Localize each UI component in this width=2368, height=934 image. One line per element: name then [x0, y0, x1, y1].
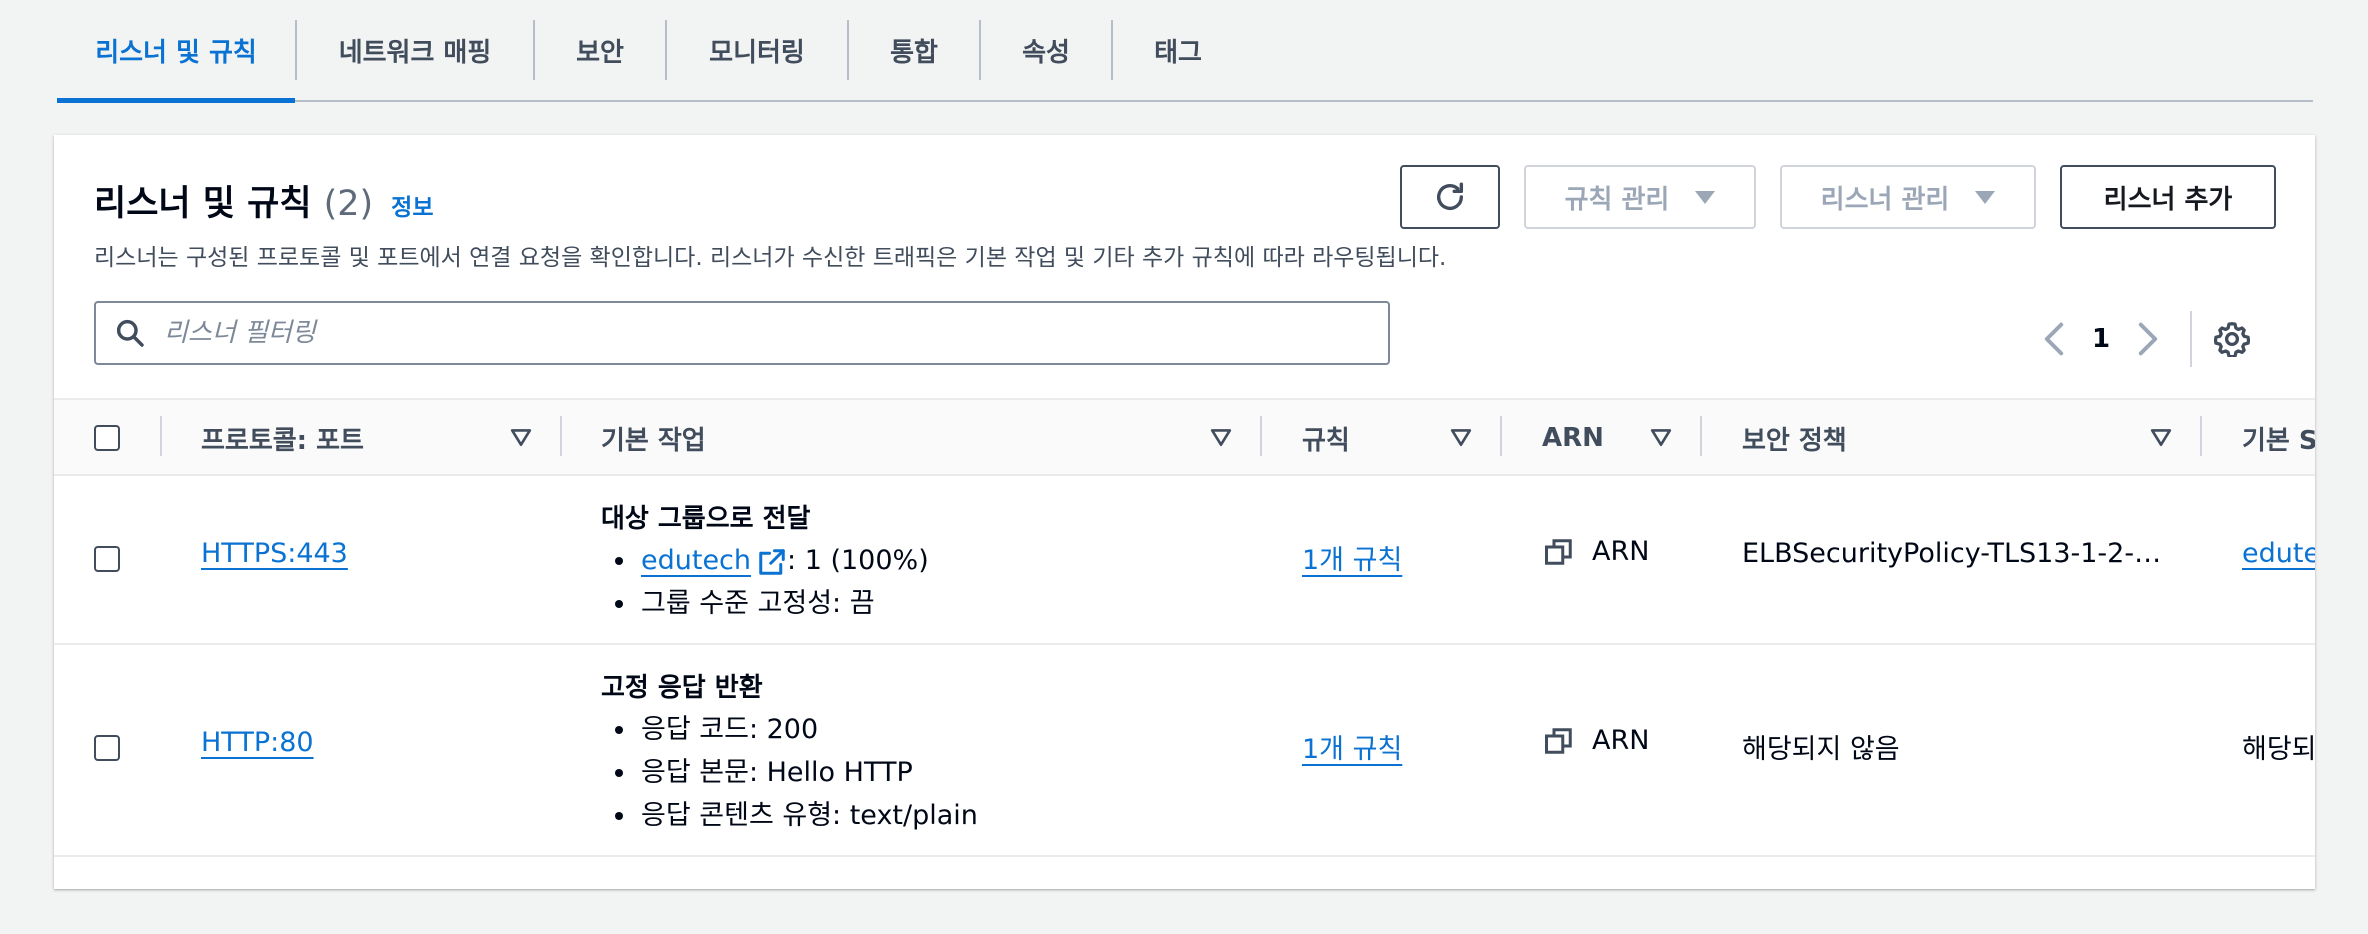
rules-link[interactable]: 1개 규칙: [1302, 727, 1402, 766]
tab-network-mapping[interactable]: 네트워크 매핑: [297, 0, 533, 100]
action-details: edutech : 1 (100%) 그룹 수준 고정성: 끔: [601, 539, 929, 625]
search-input[interactable]: [164, 303, 1364, 363]
certificate-link[interactable]: edute: [2242, 538, 2315, 569]
action-title: 고정 응답 반환: [601, 673, 763, 703]
select-all-checkbox[interactable]: [94, 425, 120, 451]
manage-rules-button[interactable]: 규칙 관리: [1524, 165, 1756, 229]
action-title: 대상 그룹으로 전달: [601, 504, 811, 534]
tab-security[interactable]: 보안: [535, 0, 665, 100]
rules-link[interactable]: 1개 규칙: [1302, 538, 1402, 577]
target-group-link[interactable]: edutech: [641, 545, 751, 576]
row-checkbox[interactable]: [94, 735, 120, 761]
sort-icon[interactable]: [1210, 426, 1232, 448]
previous-page-icon[interactable]: [2034, 317, 2074, 361]
tab-attributes[interactable]: 속성: [981, 0, 1111, 100]
panel-header: 리스너 및 규칙 (2) 정보: [94, 175, 433, 226]
sort-icon[interactable]: [1650, 426, 1672, 448]
panel-description: 리스너는 구성된 프로토콜 및 포트에서 연결 요청을 확인합니다. 리스너가 …: [94, 245, 1447, 271]
tab-tags[interactable]: 태그: [1113, 0, 1243, 100]
refresh-button[interactable]: [1400, 165, 1500, 229]
listener-count: (2): [323, 184, 374, 224]
gear-icon[interactable]: [2210, 317, 2254, 361]
column-divider: [560, 416, 562, 456]
arn-label: ARN: [1592, 725, 1650, 756]
column-header-arn[interactable]: ARN: [1542, 400, 1604, 476]
arn-label: ARN: [1592, 536, 1650, 567]
copy-icon: [1545, 727, 1572, 754]
row-checkbox[interactable]: [94, 546, 120, 572]
column-divider: [1700, 416, 1702, 456]
copy-icon: [1545, 538, 1572, 565]
default-action-cell: 대상 그룹으로 전달 edutech : 1 (100%) 그룹 수준 고정성: …: [601, 498, 929, 625]
tab-integration[interactable]: 통합: [849, 0, 979, 100]
listener-link[interactable]: HTTP:80: [201, 727, 314, 758]
default-ssl-value: 해당되: [2242, 734, 2315, 765]
search-icon: [110, 313, 150, 353]
list-item: 응답 콘텐츠 유형: text/plain: [601, 794, 978, 837]
column-header-default-ssl[interactable]: 기본 S: [2242, 400, 2315, 476]
tab-bar: 리스너 및 규칙 네트워크 매핑 보안 모니터링 통합 속성 태그: [57, 0, 2313, 103]
add-listener-button[interactable]: 리스너 추가: [2060, 165, 2276, 229]
sort-icon[interactable]: [1450, 426, 1472, 448]
list-item: edutech : 1 (100%): [601, 539, 929, 582]
column-header-security-policy[interactable]: 보안 정책: [1742, 400, 1847, 476]
listener-link[interactable]: HTTPS:443: [201, 538, 348, 569]
copy-arn-button[interactable]: ARN: [1544, 536, 1649, 567]
copy-arn-button[interactable]: ARN: [1544, 725, 1649, 756]
list-item: 그룹 수준 고정성: 끔: [601, 582, 929, 625]
add-listener-label: 리스너 추가: [2103, 184, 2233, 215]
target-weight: : 1 (100%): [787, 545, 929, 576]
tab-listeners-and-rules[interactable]: 리스너 및 규칙: [57, 0, 295, 103]
table-header: 프로토콜: 포트 기본 작업 규칙 ARN 보안 정책 기본 S: [54, 398, 2315, 476]
table-row: HTTP:80 고정 응답 반환 응답 코드: 200 응답 본문: Hello…: [54, 645, 2315, 857]
manage-rules-label: 규칙 관리: [1564, 184, 1670, 215]
page-title: 리스너 및 규칙: [94, 184, 312, 224]
sort-icon[interactable]: [510, 426, 532, 448]
column-divider: [1500, 416, 1502, 456]
refresh-icon: [1436, 182, 1464, 210]
external-link-icon[interactable]: [757, 547, 787, 577]
column-divider: [2200, 416, 2202, 456]
caret-down-icon: [1975, 190, 1996, 204]
column-header-default-action[interactable]: 기본 작업: [601, 400, 706, 476]
default-action-cell: 고정 응답 반환 응답 코드: 200 응답 본문: Hello HTTP 응답…: [601, 667, 978, 837]
sort-icon[interactable]: [2150, 426, 2172, 448]
manage-listeners-button[interactable]: 리스너 관리: [1780, 165, 2036, 229]
listeners-panel: 리스너 및 규칙 (2) 정보 리스너는 구성된 프로토콜 및 포트에서 연결 …: [54, 135, 2315, 889]
list-item: 응답 본문: Hello HTTP: [601, 751, 978, 794]
action-details: 응답 코드: 200 응답 본문: Hello HTTP 응답 콘텐츠 유형: …: [601, 708, 978, 837]
column-header-rules[interactable]: 규칙: [1302, 400, 1350, 476]
column-header-protocol-port[interactable]: 프로토콜: 포트: [201, 400, 364, 476]
next-page-icon[interactable]: [2128, 317, 2168, 361]
table-row: HTTPS:443 대상 그룹으로 전달 edutech : 1 (100%) 그…: [54, 476, 2315, 645]
tab-monitoring[interactable]: 모니터링: [667, 0, 847, 100]
manage-listeners-label: 리스너 관리: [1820, 184, 1950, 215]
column-divider: [1260, 416, 1262, 456]
pager-divider: [2190, 311, 2192, 367]
info-link[interactable]: 정보: [391, 188, 433, 222]
caret-down-icon: [1695, 190, 1716, 204]
security-policy: ELBSecurityPolicy-TLS13-1-2-…: [1742, 538, 2162, 569]
current-page[interactable]: 1: [2074, 324, 2128, 354]
column-divider: [160, 416, 162, 456]
listener-filter: [94, 301, 1390, 365]
pagination: 1: [2034, 311, 2254, 367]
security-policy: 해당되지 않음: [1742, 734, 1900, 765]
list-item: 응답 코드: 200: [601, 708, 978, 751]
